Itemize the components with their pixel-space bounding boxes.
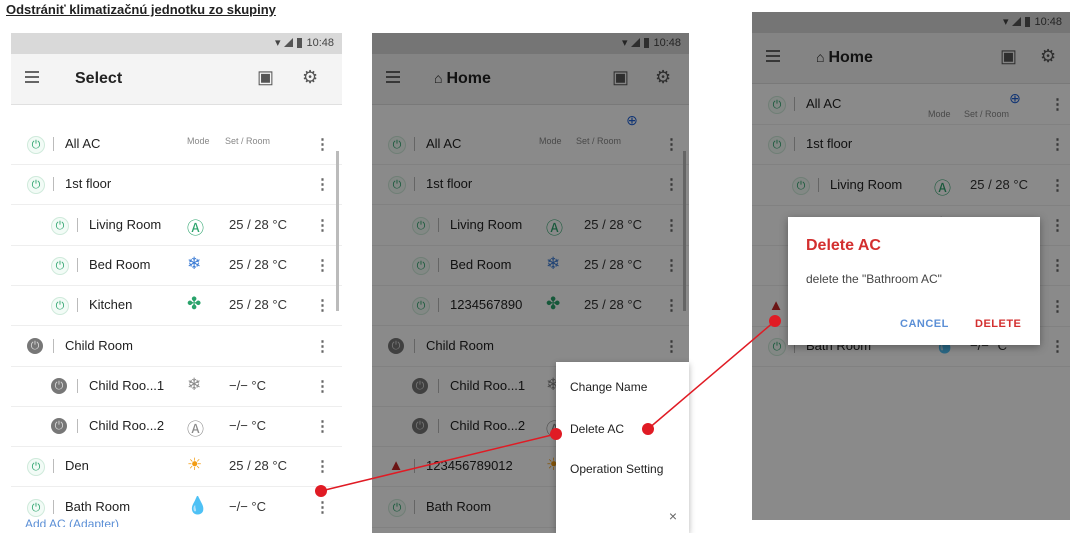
- signal-icon: [284, 38, 294, 47]
- temperature-value: −/− °C: [229, 377, 266, 393]
- power-icon[interactable]: ⏻: [27, 136, 45, 154]
- temperature-value: 25 / 28 °C: [229, 216, 287, 232]
- divider: [77, 378, 78, 393]
- ac-name: Kitchen: [89, 297, 133, 313]
- list-item[interactable]: ⏻ Den ☀ 25 / 28 °C ⋮: [11, 446, 342, 488]
- wifi-icon: ▾: [274, 37, 281, 49]
- more-options-icon[interactable]: ⋮: [315, 498, 330, 516]
- more-options-icon[interactable]: ⋮: [315, 175, 330, 193]
- menu-item-delete-ac[interactable]: Delete AC: [570, 422, 624, 436]
- list-item[interactable]: ⏻ Child Roo...2 Ⓐ −/− °C ⋮: [11, 406, 342, 448]
- annotation-dot: [642, 423, 654, 435]
- page-caption: Odstrániť klimatizačnú jednotku zo skupi…: [6, 2, 276, 17]
- title-bar: Select ▣ ⚙: [11, 54, 342, 105]
- power-icon[interactable]: ⏻: [27, 458, 45, 477]
- drop-icon: 💧: [187, 495, 209, 515]
- ac-context-menu: Change Name Delete AC Operation Setting …: [556, 362, 689, 533]
- power-icon[interactable]: ⏻: [51, 377, 67, 394]
- divider: [77, 298, 78, 313]
- divider: [53, 177, 54, 192]
- auto-icon: Ⓐ: [187, 420, 204, 440]
- menu-icon[interactable]: [25, 71, 39, 83]
- list-item[interactable]: ⏻ Living Room Ⓐ 25 / 28 °C ⋮: [11, 205, 342, 246]
- add-ac-link[interactable]: Add AC (Adapter): [25, 517, 119, 527]
- divider: [53, 137, 54, 151]
- list-item[interactable]: ⏻ Child Roo...1 ❄ −/− °C ⋮: [11, 366, 342, 407]
- power-icon[interactable]: ⏻: [51, 418, 67, 435]
- list-item[interactable]: ⏻ Child Room ⋮: [11, 326, 342, 367]
- power-icon[interactable]: ⏻: [27, 498, 45, 517]
- ac-name: All AC: [65, 136, 101, 151]
- ac-name: Child Roo...1: [89, 377, 165, 393]
- more-options-icon[interactable]: ⋮: [315, 296, 330, 314]
- sun-icon: ☀: [187, 455, 203, 475]
- ac-name: Child Roo...2: [89, 418, 165, 434]
- delete-button[interactable]: DELETE: [975, 318, 1021, 330]
- list-item[interactable]: ⏻ 1st floor ⋮: [11, 164, 342, 206]
- menu-item-change-name[interactable]: Change Name: [570, 380, 647, 394]
- ac-name: Bath Room: [65, 498, 131, 514]
- annotation-dot: [550, 428, 562, 440]
- divider: [53, 499, 54, 514]
- menu-item-operation-setting[interactable]: Operation Setting: [570, 462, 663, 476]
- more-options-icon[interactable]: ⋮: [315, 377, 330, 395]
- ac-name: Child Room: [65, 337, 133, 353]
- scrollbar[interactable]: [336, 151, 339, 311]
- snowflake-icon: ❄: [187, 253, 202, 273]
- temperature-value: 25 / 28 °C: [229, 458, 287, 474]
- ac-name: Den: [65, 458, 89, 474]
- schedule-icon[interactable]: ▣: [257, 67, 274, 88]
- power-icon[interactable]: ⏻: [51, 297, 69, 316]
- more-options-icon[interactable]: ⋮: [315, 256, 330, 274]
- annotation-dot: [769, 315, 781, 327]
- dialog-title: Delete AC: [806, 237, 881, 254]
- temperature-value: −/− °C: [229, 498, 266, 514]
- fan-icon: ✤: [187, 294, 202, 314]
- divider: [53, 459, 54, 474]
- cancel-button[interactable]: CANCEL: [900, 318, 949, 330]
- status-time: 10:48: [306, 36, 334, 49]
- list-item[interactable]: ⏻ Kitchen ✤ 25 / 28 °C ⋮: [11, 285, 342, 327]
- phone-screen-select: ▾ 10:48 Select ▣ ⚙ Mode Set / Room ⏻ All …: [11, 33, 342, 527]
- ac-name: Bed Room: [89, 256, 151, 272]
- status-bar: ▾ 10:48: [11, 33, 342, 54]
- battery-icon: [297, 37, 303, 48]
- close-icon[interactable]: ×: [669, 508, 677, 524]
- list-item[interactable]: ⏻ Bed Room ❄ 25 / 28 °C ⋮: [11, 245, 342, 286]
- power-icon[interactable]: ⏻: [27, 337, 43, 354]
- page-title: Select: [75, 70, 123, 87]
- snowflake-icon: ❄: [187, 374, 202, 394]
- more-options-icon[interactable]: ⋮: [315, 457, 330, 475]
- divider: [77, 217, 78, 232]
- annotation-dot: [315, 485, 327, 497]
- more-options-icon[interactable]: ⋮: [315, 337, 330, 355]
- divider: [77, 419, 78, 434]
- list-item[interactable]: ⏻ All AC ⋮: [11, 124, 342, 165]
- divider: [77, 257, 78, 272]
- temperature-value: −/− °C: [229, 418, 266, 434]
- power-icon[interactable]: ⏻: [51, 216, 69, 235]
- delete-ac-dialog: Delete AC delete the "Bathroom AC" CANCE…: [788, 217, 1040, 345]
- more-options-icon[interactable]: ⋮: [315, 135, 330, 153]
- power-icon[interactable]: ⏻: [51, 256, 69, 275]
- more-options-icon[interactable]: ⋮: [315, 216, 330, 234]
- temperature-value: 25 / 28 °C: [229, 297, 287, 313]
- ac-name: Living Room: [89, 216, 162, 232]
- gear-icon[interactable]: ⚙: [302, 67, 318, 88]
- dialog-message: delete the "Bathroom AC": [806, 272, 942, 286]
- more-options-icon[interactable]: ⋮: [315, 417, 330, 435]
- power-icon[interactable]: ⏻: [27, 176, 45, 195]
- auto-icon: Ⓐ: [187, 218, 204, 238]
- ac-name: 1st floor: [65, 176, 112, 192]
- divider: [53, 338, 54, 353]
- temperature-value: 25 / 28 °C: [229, 256, 287, 272]
